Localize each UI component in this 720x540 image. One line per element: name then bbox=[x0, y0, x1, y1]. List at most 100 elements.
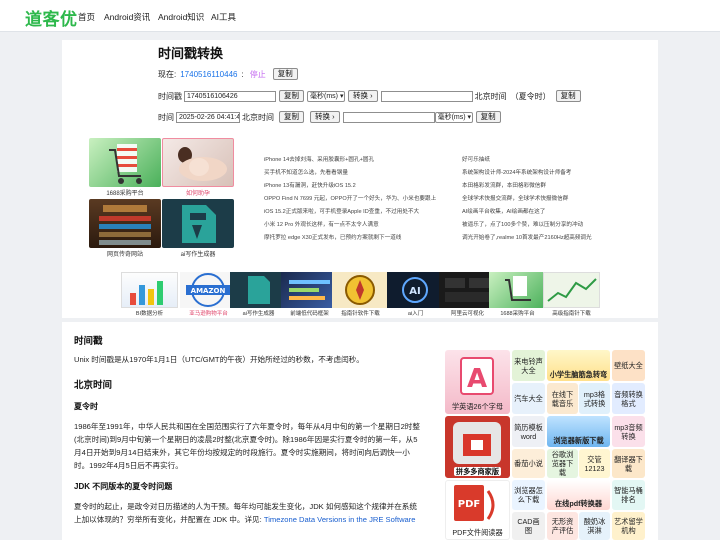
news-link[interactable]: 系统架构设计师-2024年系统架构设计师备考 bbox=[462, 168, 571, 176]
app-tile[interactable]: 酸奶冰淇淋 bbox=[579, 512, 610, 540]
app-tile-label: 在线pdf转换器 bbox=[554, 499, 603, 508]
site-logo[interactable]: 道客优 bbox=[25, 5, 78, 30]
compass-icon bbox=[332, 272, 389, 308]
app-tile[interactable]: 壁纸大全 bbox=[612, 350, 645, 381]
ad-caption: 1688采购平台 bbox=[500, 311, 535, 317]
news-link[interactable]: 摩托罗拉 edge X30正式发布，已预约方案就剩下一道线 bbox=[264, 233, 401, 241]
convert-to-date-button[interactable]: 转换 › bbox=[348, 90, 378, 102]
app-tile[interactable]: 汽车大全 bbox=[512, 383, 545, 414]
app-tile-pinduoduo[interactable]: 拼多多商家版 bbox=[445, 416, 510, 478]
nav-ai-tools[interactable]: AI工具 bbox=[211, 11, 236, 23]
app-tile[interactable]: 番茄小说 bbox=[512, 449, 545, 478]
news-link[interactable]: AI绘画平台收集，AI绘画都在这了 bbox=[462, 207, 545, 215]
shopping-cart-icon bbox=[89, 138, 161, 187]
pregnancy-image-icon bbox=[162, 138, 234, 187]
pinduoduo-icon bbox=[453, 422, 501, 464]
dashboard-icon bbox=[439, 272, 496, 308]
stop-button[interactable]: 停止 bbox=[250, 69, 266, 80]
paragraph-jdk: 夏令时的起止，是政令对日历描述的人为干预。每年均可能发生变化，JDK 如何感知这… bbox=[74, 500, 422, 526]
ad-ai-intro[interactable]: AI ai入门 bbox=[387, 272, 444, 318]
app-tile-label: 壁纸大全 bbox=[614, 361, 643, 370]
copy-date-button[interactable]: 复制 bbox=[555, 90, 581, 102]
heading-timestamp: 时间戳 bbox=[74, 336, 103, 347]
app-tile-label: 翻译器下载 bbox=[614, 454, 643, 473]
timestamp-output-field[interactable] bbox=[342, 111, 435, 123]
copy-timestamp-button[interactable]: 复制 bbox=[279, 90, 304, 102]
date-output-field[interactable] bbox=[380, 90, 473, 102]
current-timestamp-row: 现在: 1740516110446 : 停止 复制 bbox=[158, 67, 301, 81]
app-tile[interactable]: 浏览器怎么下载 bbox=[512, 480, 545, 510]
news-link[interactable]: 好可乐抽纸 bbox=[462, 155, 490, 163]
app-tile-label: 拼多多商家版 bbox=[453, 467, 502, 476]
app-tile[interactable]: 无形资产评估 bbox=[547, 512, 578, 540]
ad-compass-advanced[interactable]: 高级指南针下载 bbox=[543, 272, 600, 318]
copy-now-button[interactable]: 复制 bbox=[272, 68, 298, 80]
now-label: 现在: bbox=[158, 69, 177, 79]
news-link[interactable]: OPPO Find N 7699 元起，OPPO开了一个好头，华为、小米也要跟上 bbox=[264, 194, 436, 202]
app-tile[interactable]: 智能马桶排名 bbox=[612, 480, 645, 510]
ad-1688-2[interactable]: 1688采购平台 bbox=[489, 272, 546, 318]
app-tile-label: 无形资产评估 bbox=[551, 517, 574, 535]
news-link[interactable]: 被逼乐了，点了100多个赞，难以压制分享的冲动 bbox=[462, 220, 583, 228]
ad-pregnancy[interactable]: 如何助孕 bbox=[162, 138, 234, 197]
ad-caption: 网页传奇网站 bbox=[106, 252, 143, 258]
app-tile[interactable]: 音频转换格式 bbox=[612, 383, 645, 414]
app-tile-pdf-reader[interactable]: PDF PDF文件阅读器 bbox=[445, 480, 510, 540]
news-link[interactable]: 调光开始卷了,realme 10首发最产2160Hz超高频调光 bbox=[462, 233, 592, 241]
news-link[interactable]: 买手机不知道怎么选，先看看钢量 bbox=[264, 168, 348, 176]
app-tile[interactable]: 在线pdf转换器 bbox=[547, 480, 610, 510]
app-tile[interactable]: 艺术留学机构 bbox=[612, 512, 645, 540]
ad-legend-game[interactable]: 网页传奇网站 bbox=[89, 199, 161, 258]
app-tile[interactable]: mp3音频转换 bbox=[612, 416, 645, 447]
app-tile[interactable]: 在线下载音乐 bbox=[547, 383, 578, 414]
app-tile[interactable]: 小学生脑筋急转弯 bbox=[547, 350, 610, 381]
ad-aliyun[interactable]: 阿里云可视化 bbox=[439, 272, 496, 318]
news-link[interactable]: 全球学术快报交流群，全球学术快报微信群 bbox=[462, 194, 568, 202]
ad-amazon[interactable]: AMAZON 亚马逊购物平台 bbox=[180, 272, 237, 318]
app-tile[interactable]: 来电铃声大全 bbox=[512, 350, 545, 381]
ad-ai-writer[interactable]: ai写作生成器 bbox=[162, 199, 234, 258]
ad-1688[interactable]: 1688采购平台 bbox=[89, 138, 161, 197]
unit-select-2[interactable]: 毫秒(ms) ▾ bbox=[434, 111, 473, 123]
news-link[interactable]: iPhone 13有漏洞，赶快升级iOS 15.2 bbox=[264, 181, 356, 189]
news-link[interactable]: 本田格彩发流群，本田格彩微信群 bbox=[462, 181, 546, 189]
ad-bi-analysis[interactable]: BI数据分析 bbox=[121, 272, 178, 318]
news-link[interactable]: iOS 15.2正式版来啦，可手机登录Apple ID查重，不过用处不大 bbox=[264, 207, 419, 215]
nav-android-news[interactable]: Android资讯 bbox=[104, 11, 150, 23]
convert-to-timestamp-button[interactable]: 转换 › bbox=[310, 111, 340, 123]
ad-compass[interactable]: 指南针软件下载 bbox=[332, 272, 389, 318]
time-input[interactable]: 2025-02-26 04:41:46 bbox=[176, 111, 240, 123]
app-tile-label: 在线下载音乐 bbox=[551, 389, 574, 408]
ai-brain-icon: AI bbox=[387, 272, 444, 308]
timezone-data-link[interactable]: Timezone Data Versions in the JRE Softwa… bbox=[264, 515, 416, 524]
unit-select-value: 毫秒(ms) bbox=[310, 92, 338, 100]
ad-caption: ai入门 bbox=[407, 311, 424, 317]
app-tile[interactable]: 简历模板word bbox=[512, 416, 545, 447]
copy-time-button[interactable]: 复制 bbox=[279, 111, 304, 123]
app-tile[interactable]: mp3格式转换 bbox=[579, 383, 610, 414]
app-tile-abc[interactable]: A 学英语26个字母 bbox=[445, 350, 510, 414]
copy-result-button[interactable]: 复制 bbox=[475, 111, 501, 123]
app-tile[interactable]: 交管12123 bbox=[579, 449, 610, 478]
news-link[interactable]: 小米 12 Pro 外观长这样，有一点不太令人满意 bbox=[264, 220, 379, 228]
nav-home[interactable]: 首页 bbox=[78, 11, 95, 23]
ad-lowcode[interactable]: 前端低代码框架 bbox=[281, 272, 338, 318]
ad-caption: ai写作生成器 bbox=[180, 252, 216, 258]
unit-select[interactable]: 毫秒(ms) ▾ bbox=[307, 90, 345, 102]
ai-pen-icon bbox=[162, 199, 234, 248]
app-tile-label: mp3格式转换 bbox=[583, 389, 606, 408]
app-tile[interactable]: 谷歌浏览器下载 bbox=[547, 449, 578, 478]
news-link[interactable]: iPhone 14去掉刘海、采用胶囊形+圆孔+圆孔 bbox=[264, 155, 374, 163]
code-icon bbox=[281, 272, 338, 308]
ad-ai-writer-2[interactable]: ai写作生成器 bbox=[230, 272, 287, 318]
nav-android-knowledge[interactable]: Android知识 bbox=[158, 11, 204, 23]
ad-caption: 亚马逊购物平台 bbox=[189, 311, 228, 317]
timestamp-input[interactable]: 1740516106426 bbox=[184, 90, 276, 102]
app-tile-label: 汽车大全 bbox=[514, 394, 543, 403]
timestamp-tool-panel: 时间戳转换 现在: 1740516110446 : 停止 复制 时间戳 1740… bbox=[62, 40, 658, 136]
app-tile[interactable]: 浏览器新版下载 bbox=[547, 416, 610, 447]
app-tile[interactable]: 翻译器下载 bbox=[612, 449, 645, 478]
ad-caption: 前端低代码框架 bbox=[290, 311, 329, 317]
app-tile[interactable]: CAD画图 bbox=[512, 512, 545, 540]
unit-select-2-value: 毫秒(ms) bbox=[437, 113, 466, 121]
